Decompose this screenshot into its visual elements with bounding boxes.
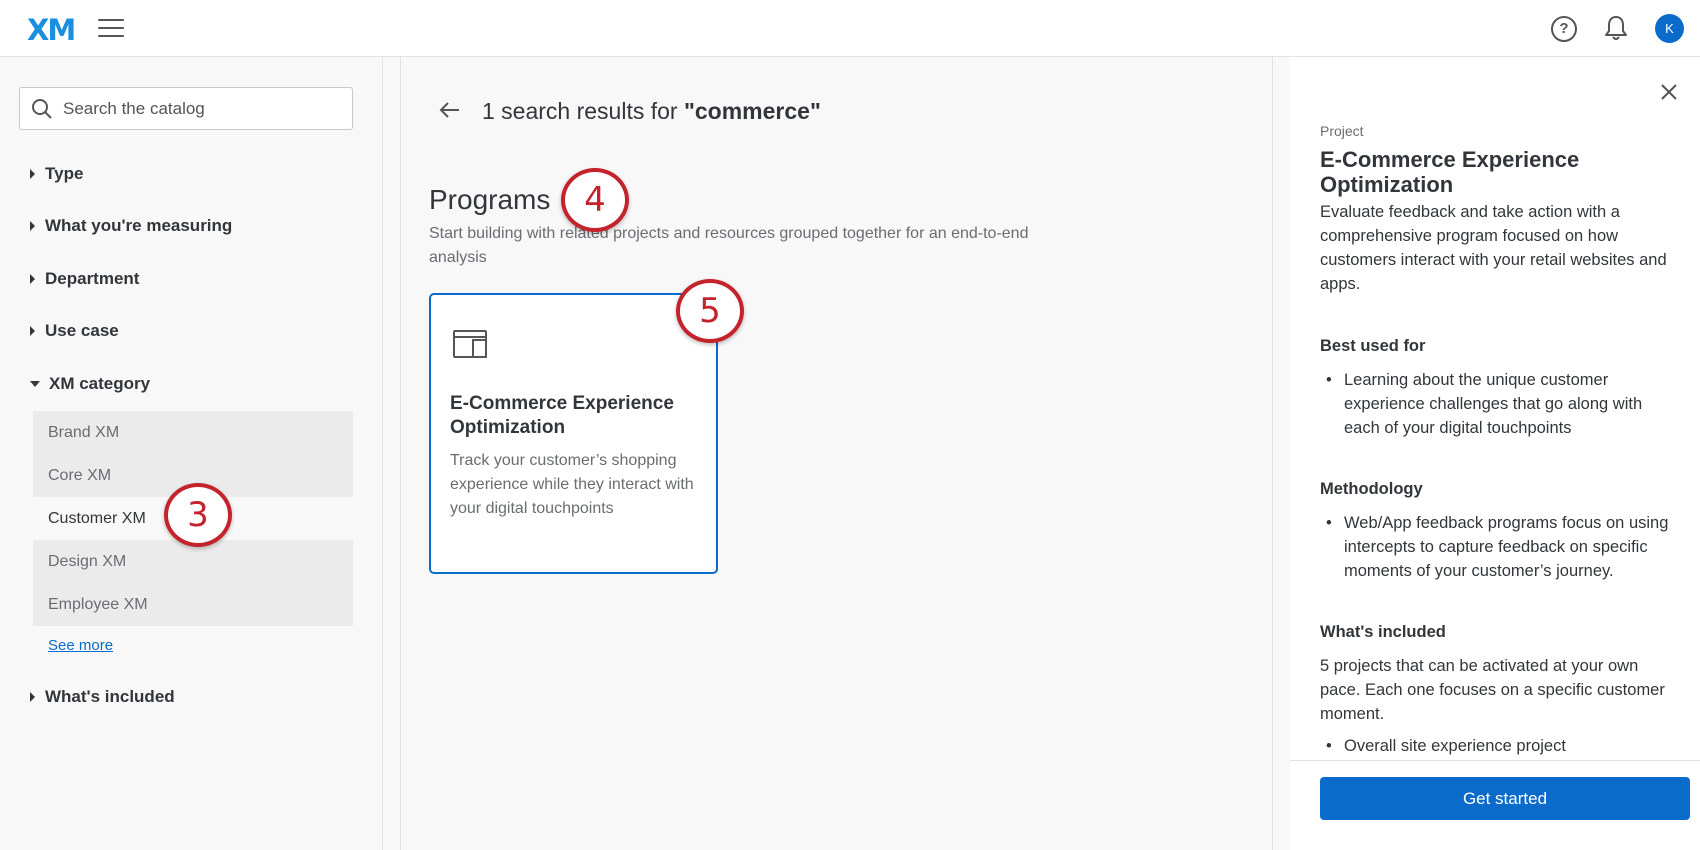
- facet-use-case[interactable]: Use case: [30, 319, 119, 343]
- search-results: 1 search results for "commerce" Programs…: [400, 57, 1273, 850]
- caret-down-icon: [30, 380, 40, 387]
- xm-logo[interactable]: XM: [27, 13, 76, 47]
- list-item-text: Learning about the unique customer exper…: [1344, 371, 1643, 437]
- card-description: Track your customer’s shopping experienc…: [450, 452, 694, 517]
- facet-label: Use case: [45, 321, 119, 340]
- browser-window-icon: [453, 330, 487, 363]
- category-brand-xm[interactable]: Brand XM: [33, 411, 353, 454]
- close-icon[interactable]: [1659, 82, 1679, 102]
- results-heading: 1 search results for "commerce": [482, 98, 821, 125]
- avatar[interactable]: K: [1655, 14, 1684, 43]
- program-card[interactable]: E-Commerce Experience Optimization Track…: [429, 293, 718, 574]
- category-employee-xm[interactable]: Employee XM: [33, 583, 353, 626]
- section-title: Programs: [429, 184, 551, 215]
- catalog-sidebar: Type What you're measuring Department Us…: [0, 57, 383, 850]
- callout-4: 4: [561, 168, 629, 232]
- hamburger-icon[interactable]: [98, 19, 124, 39]
- facet-whats-included[interactable]: What's included: [30, 685, 175, 709]
- card-title: E-Commerce Experience Optimization: [450, 393, 674, 438]
- arrow-left-icon[interactable]: [437, 97, 463, 123]
- included-text: 5 projects that can be activated at your…: [1320, 657, 1665, 723]
- panel-type: Project: [1320, 123, 1364, 139]
- section-description: Start building with related projects and…: [429, 225, 1029, 266]
- panel-title: E-Commerce Experience Optimization: [1320, 147, 1580, 197]
- search-input[interactable]: [63, 89, 343, 128]
- facet-type[interactable]: Type: [30, 162, 83, 186]
- facet-label: Type: [45, 164, 84, 183]
- bell-icon[interactable]: [1603, 14, 1629, 42]
- facet-label: What you're measuring: [45, 216, 233, 235]
- callout-3: 3: [164, 483, 232, 547]
- panel-footer: Get started: [1290, 760, 1700, 850]
- facet-label: Department: [45, 269, 140, 288]
- caret-right-icon: [30, 691, 35, 702]
- results-query: "commerce": [683, 98, 821, 124]
- caret-right-icon: [30, 220, 35, 231]
- help-icon[interactable]: ?: [1551, 16, 1577, 42]
- callout-5: 5: [676, 279, 744, 343]
- list-item: • Learning about the unique customer expe…: [1326, 371, 1643, 437]
- get-started-button[interactable]: Get started: [1320, 777, 1690, 820]
- results-prefix: 1 search results for: [482, 98, 684, 124]
- included-heading: What's included: [1320, 623, 1446, 641]
- facet-measuring[interactable]: What you're measuring: [30, 214, 232, 238]
- caret-right-icon: [30, 273, 35, 284]
- facet-label: What's included: [45, 687, 175, 706]
- panel-description: Evaluate feedback and take action with a…: [1320, 203, 1667, 293]
- list-item-text: Web/App feedback programs focus on using…: [1344, 514, 1669, 580]
- search-icon: [31, 98, 53, 125]
- list-item: • Web/App feedback programs focus on usin…: [1326, 514, 1669, 580]
- see-more-link[interactable]: See more: [48, 637, 113, 654]
- facet-xm-category[interactable]: XM category: [30, 372, 150, 396]
- facet-department[interactable]: Department: [30, 267, 139, 291]
- list-item-text: Overall site experience project: [1344, 737, 1566, 755]
- facet-label: XM category: [49, 374, 151, 393]
- caret-right-icon: [30, 168, 35, 179]
- top-bar: XM ? K: [0, 0, 1700, 57]
- list-item: • Overall site experience project: [1326, 737, 1566, 755]
- caret-right-icon: [30, 325, 35, 336]
- catalog-search[interactable]: [19, 87, 353, 130]
- best-used-heading: Best used for: [1320, 337, 1426, 355]
- methodology-heading: Methodology: [1320, 480, 1423, 498]
- detail-panel: Project E-Commerce Experience Optimizati…: [1290, 57, 1700, 850]
